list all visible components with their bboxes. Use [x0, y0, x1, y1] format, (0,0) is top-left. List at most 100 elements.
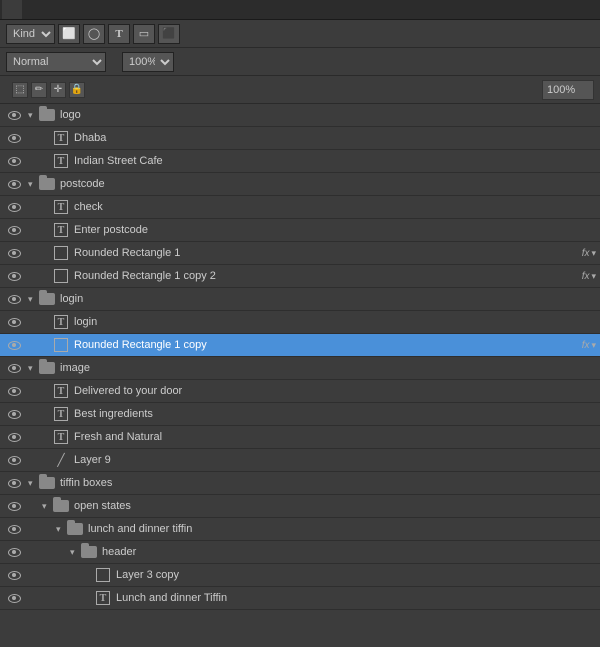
expand-arrow[interactable]	[28, 179, 38, 190]
layer-name: logo	[60, 109, 596, 121]
fx-expand-arrow[interactable]: ▾	[591, 248, 596, 259]
text-layer-icon: T	[54, 384, 68, 398]
eye-icon	[8, 502, 21, 511]
folder-icon	[39, 293, 55, 305]
visibility-toggle[interactable]	[0, 364, 28, 373]
eye-icon	[8, 525, 21, 534]
lock-icons: ⬚ ✏ ✛ 🔒	[12, 82, 85, 98]
layer-row[interactable]: TLunch and dinner Tiffin	[0, 587, 600, 610]
blend-mode-select[interactable]: Normal Dissolve Multiply Screen Overlay	[6, 52, 106, 72]
layer-name: Layer 3 copy	[116, 569, 596, 581]
filter-toolbar: Kind ⬜ ◯ T ▭ ⬛	[0, 20, 600, 48]
layer-row[interactable]: lunch and dinner tiffin	[0, 518, 600, 541]
tab-layers[interactable]	[2, 0, 22, 19]
fx-badge: fx	[582, 248, 590, 259]
visibility-toggle[interactable]	[0, 226, 28, 235]
smartobj-filter-btn[interactable]: ⬛	[158, 24, 180, 44]
visibility-toggle[interactable]	[0, 479, 28, 488]
layer-row[interactable]: ╱Layer 9	[0, 449, 600, 472]
layer-name: Dhaba	[74, 132, 596, 144]
expand-arrow[interactable]	[28, 110, 38, 121]
expand-arrow[interactable]	[56, 524, 66, 535]
pixel-filter-btn[interactable]: ⬜	[58, 24, 80, 44]
layer-row[interactable]: Layer 3 copy	[0, 564, 600, 587]
text-layer-icon: T	[54, 131, 68, 145]
visibility-toggle[interactable]	[0, 295, 28, 304]
layer-name: Fresh and Natural	[74, 431, 596, 443]
layer-name: postcode	[60, 178, 596, 190]
visibility-toggle[interactable]	[0, 180, 28, 189]
layer-row[interactable]: logo	[0, 104, 600, 127]
eye-icon	[8, 594, 21, 603]
layer-name: open states	[74, 500, 596, 512]
layer-row[interactable]: TFresh and Natural	[0, 426, 600, 449]
visibility-toggle[interactable]	[0, 594, 28, 603]
layer-row[interactable]: Rounded Rectangle 1fx▾	[0, 242, 600, 265]
kind-select[interactable]: Kind	[6, 24, 55, 44]
layer-row[interactable]: TDelivered to your door	[0, 380, 600, 403]
layer-row[interactable]: Rounded Rectangle 1 copyfx▾	[0, 334, 600, 357]
brush-layer-icon: ╱	[54, 453, 68, 467]
lock-position-btn[interactable]: ✛	[50, 82, 66, 98]
expand-arrow[interactable]	[28, 363, 38, 374]
tab-bar	[0, 0, 600, 20]
visibility-toggle[interactable]	[0, 134, 28, 143]
visibility-toggle[interactable]	[0, 272, 28, 281]
opacity-select[interactable]: 100% 75% 50% 25%	[122, 52, 174, 72]
visibility-toggle[interactable]	[0, 249, 28, 258]
text-layer-icon: T	[54, 200, 68, 214]
eye-icon	[8, 249, 21, 258]
visibility-toggle[interactable]	[0, 341, 28, 350]
text-layer-icon: T	[54, 223, 68, 237]
expand-arrow[interactable]	[28, 478, 38, 489]
layer-row[interactable]: header	[0, 541, 600, 564]
shape-filter-btn[interactable]: ▭	[133, 24, 155, 44]
visibility-toggle[interactable]	[0, 456, 28, 465]
visibility-toggle[interactable]	[0, 433, 28, 442]
lock-transparency-btn[interactable]: ⬚	[12, 82, 28, 98]
visibility-toggle[interactable]	[0, 318, 28, 327]
layer-row[interactable]: TBest ingredients	[0, 403, 600, 426]
visibility-toggle[interactable]	[0, 571, 28, 580]
expand-arrow[interactable]	[70, 547, 80, 558]
layer-row[interactable]: TEnter postcode	[0, 219, 600, 242]
visibility-toggle[interactable]	[0, 548, 28, 557]
layer-name: lunch and dinner tiffin	[88, 523, 596, 535]
visibility-toggle[interactable]	[0, 387, 28, 396]
fx-badge: fx	[582, 271, 590, 282]
layer-name: Rounded Rectangle 1 copy 2	[74, 270, 578, 282]
folder-icon	[39, 362, 55, 374]
layer-row[interactable]: tiffin boxes	[0, 472, 600, 495]
fx-expand-arrow[interactable]: ▾	[591, 340, 596, 351]
lock-all-btn[interactable]: 🔒	[69, 82, 85, 98]
adjustment-filter-btn[interactable]: ◯	[83, 24, 105, 44]
layer-row[interactable]: T Dhaba	[0, 127, 600, 150]
text-layer-icon: T	[54, 315, 68, 329]
layer-row[interactable]: image	[0, 357, 600, 380]
fx-expand-arrow[interactable]: ▾	[591, 271, 596, 282]
tab-channels[interactable]	[22, 0, 42, 19]
layer-row[interactable]: TIndian Street Cafe	[0, 150, 600, 173]
layer-row[interactable]: postcode	[0, 173, 600, 196]
layer-row[interactable]: login	[0, 288, 600, 311]
expand-arrow[interactable]	[42, 501, 52, 512]
tab-paths[interactable]	[42, 0, 62, 19]
layer-row[interactable]: Tlogin	[0, 311, 600, 334]
layer-row[interactable]: Tcheck	[0, 196, 600, 219]
visibility-toggle[interactable]	[0, 410, 28, 419]
visibility-toggle[interactable]	[0, 111, 28, 120]
shape-layer-icon	[96, 568, 110, 582]
eye-icon	[8, 111, 21, 120]
fill-input[interactable]	[542, 80, 594, 100]
visibility-toggle[interactable]	[0, 525, 28, 534]
layer-row[interactable]: Rounded Rectangle 1 copy 2 fx▾	[0, 265, 600, 288]
text-filter-btn[interactable]: T	[108, 24, 130, 44]
expand-arrow[interactable]	[28, 294, 38, 305]
lock-paint-btn[interactable]: ✏	[31, 82, 47, 98]
visibility-toggle[interactable]	[0, 502, 28, 511]
visibility-toggle[interactable]	[0, 203, 28, 212]
eye-icon	[8, 548, 21, 557]
visibility-toggle[interactable]	[0, 157, 28, 166]
layer-name: Rounded Rectangle 1 copy	[74, 339, 578, 351]
layer-row[interactable]: open states	[0, 495, 600, 518]
